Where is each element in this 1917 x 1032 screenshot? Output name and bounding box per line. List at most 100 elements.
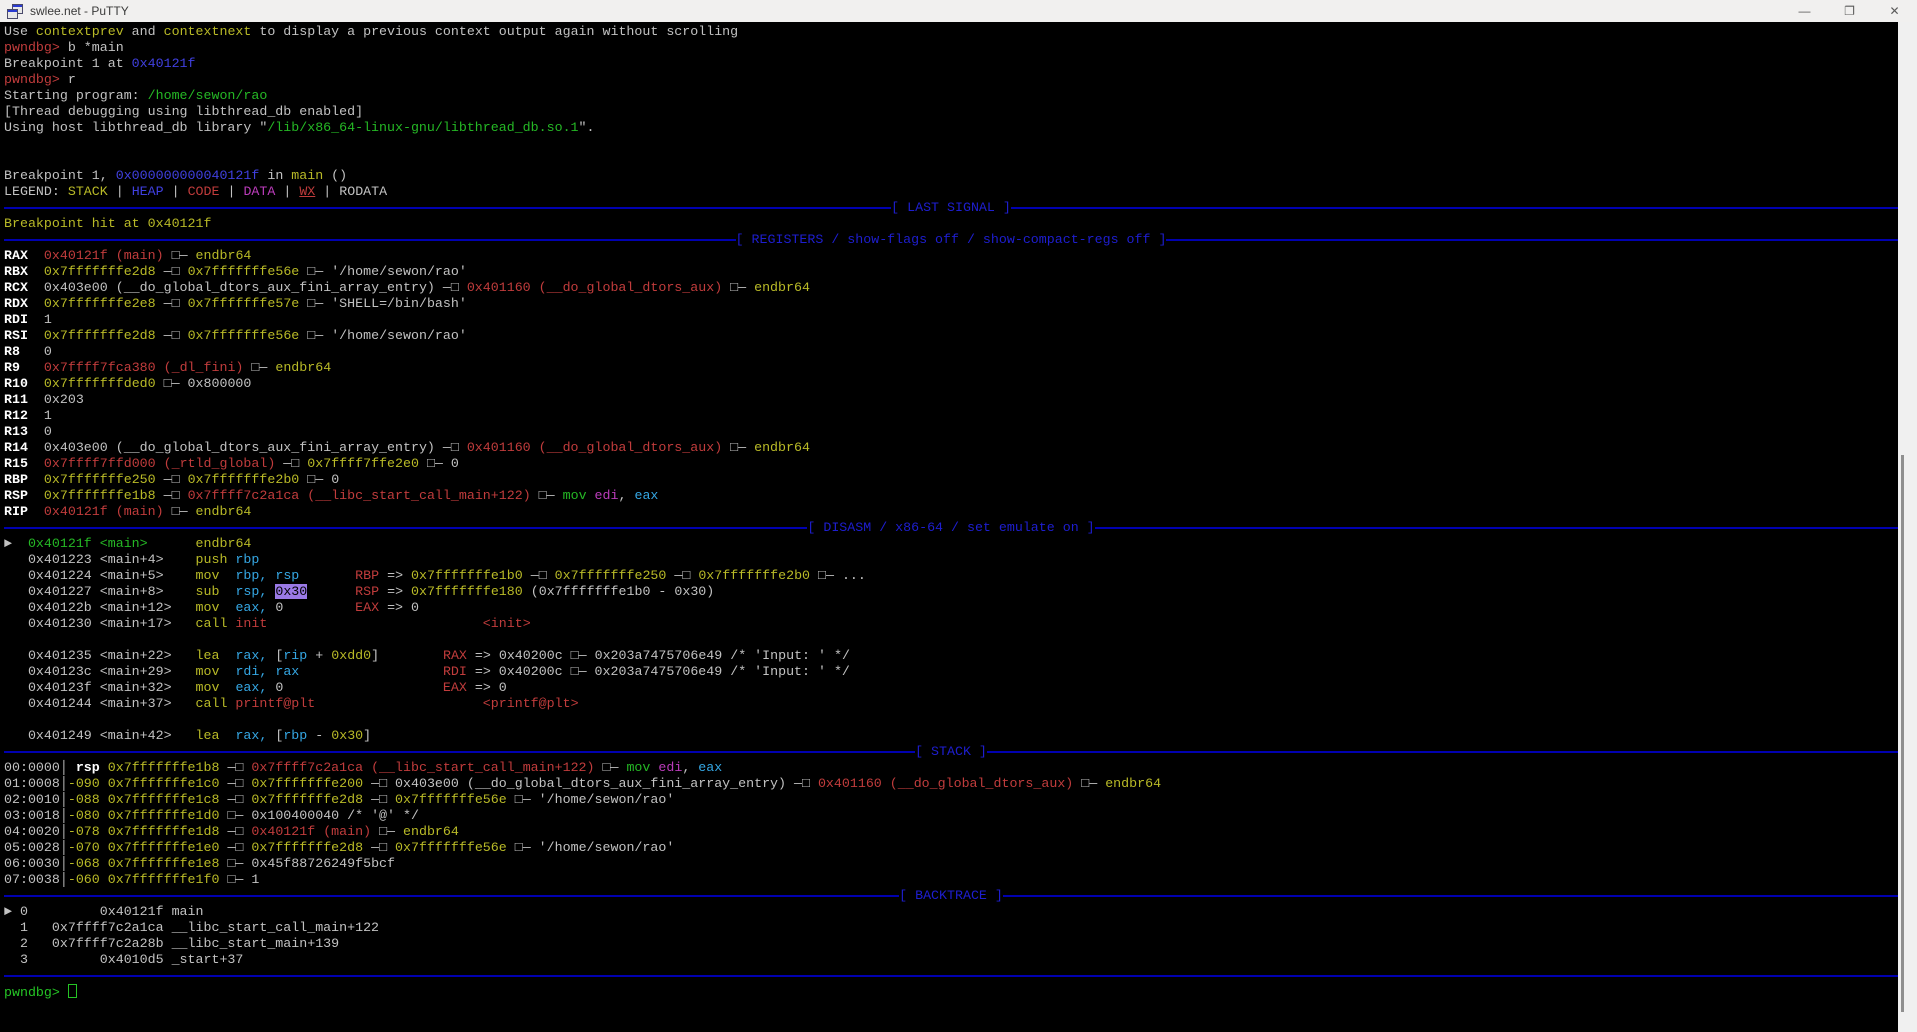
text-run <box>28 488 44 503</box>
text-run <box>267 616 482 631</box>
text-run: 0x7fffffffe1c8 <box>108 792 220 807</box>
text-run: 0 <box>267 680 443 695</box>
text-run: □— '/home/sewon/rao' <box>299 264 467 279</box>
text-run: 0x7fffffffe56e <box>188 328 300 343</box>
text-run: 0x203 <box>28 392 84 407</box>
text-run: sub <box>196 584 220 599</box>
text-run: 0x401224 <main+5> <box>4 568 196 583</box>
text-run: 0xdd0 <box>331 648 371 663</box>
terminal-line: 0x40123c <main+29> mov rdi, rax RDI => 0… <box>4 664 1898 680</box>
text-run: rsp <box>68 760 100 775</box>
text-run: 0x7fffffffe1e8 <box>108 856 220 871</box>
text-run: endbr64 <box>754 280 810 295</box>
section-header: [ REGISTERS / show-flags off / show-comp… <box>736 232 1167 248</box>
text-run: 0 <box>20 344 52 359</box>
text-run: mov <box>196 600 220 615</box>
text-run: —□ <box>666 568 698 583</box>
text-run: + <box>307 648 331 663</box>
text-run: /lib/x86_64-linux-gnu/libthread_db.so.1 <box>267 120 578 135</box>
text-run: 0x7fffffffe56e <box>395 840 507 855</box>
terminal-line <box>4 632 1898 648</box>
text-run: —□ 0x403e00 (__do_global_dtors_aux_fini_… <box>363 776 818 791</box>
text-run: —□ <box>156 488 188 503</box>
terminal-line: 0x401249 <main+42> lea rax, [rbp - 0x30] <box>4 728 1898 744</box>
terminal-screen[interactable]: Use contextprev and contextnext to displ… <box>0 22 1898 1032</box>
text-run: | <box>220 184 244 199</box>
terminal-line: 01:0008│-090 0x7fffffffe1c0 —□ 0x7ffffff… <box>4 776 1898 792</box>
text-run: call <box>196 616 228 631</box>
text-run: | <box>164 184 188 199</box>
terminal-line: R10 0x7fffffffded0 □— 0x800000 <box>4 376 1898 392</box>
terminal-line: RIP 0x40121f (main) □— endbr64 <box>4 504 1898 520</box>
scrollbar-thumb[interactable] <box>1901 455 1904 1012</box>
text-run: contextprev <box>36 24 124 39</box>
minimize-button[interactable]: — <box>1782 0 1827 22</box>
text-run: -090 <box>68 776 100 791</box>
text-run: —□ <box>156 264 188 279</box>
text-run: b *main <box>68 40 124 55</box>
text-run: □— <box>722 280 754 295</box>
scrollbar-track[interactable] <box>1898 22 1917 1032</box>
text-run: 0x40121f (main) <box>44 504 164 519</box>
text-run: rsp, <box>235 584 267 599</box>
separator-line <box>1003 895 1898 897</box>
terminal-line: 0x401230 <main+17> call init <init> <box>4 616 1898 632</box>
text-run: □— 'SHELL=/bin/bash' <box>299 296 467 311</box>
separator-line <box>1011 207 1898 209</box>
text-run: R9 <box>4 360 20 375</box>
text-run: -080 <box>68 808 100 823</box>
text-run: 0x7ffff7fca380 (_dl_fini) <box>44 360 244 375</box>
text-run: □— <box>722 440 754 455</box>
text-run: 0x7fffffffe1b8 <box>44 488 156 503</box>
text-run: -070 <box>68 840 100 855</box>
text-run: LEGEND: <box>4 184 68 199</box>
text-run: —□ <box>219 776 251 791</box>
text-run: 0x7fffffffe2d8 <box>251 840 363 855</box>
terminal-line: R8 0 <box>4 344 1898 360</box>
text-run: □— '/home/sewon/rao' <box>507 840 675 855</box>
terminal-line: RBX 0x7fffffffe2d8 —□ 0x7fffffffe56e □— … <box>4 264 1898 280</box>
text-run: □— 0x100400040 /* '@' */ <box>219 808 419 823</box>
text-run <box>219 648 235 663</box>
text-run: □— ... <box>810 568 866 583</box>
text-run <box>299 664 443 679</box>
terminal-line: RSI 0x7fffffffe2d8 —□ 0x7fffffffe56e □— … <box>4 328 1898 344</box>
text-run: 05:0028│ <box>4 840 68 855</box>
text-run: endbr64 <box>196 504 252 519</box>
text-run: □— 1 <box>219 872 259 887</box>
restore-button[interactable]: ❐ <box>1827 0 1872 22</box>
text-run: mov <box>626 760 650 775</box>
text-run: —□ <box>156 296 188 311</box>
text-run: rax, <box>235 728 267 743</box>
text-run: □— '/home/sewon/rao' <box>299 328 467 343</box>
text-run: main <box>291 168 323 183</box>
text-run <box>100 824 108 839</box>
text-run <box>315 696 483 711</box>
text-run: 0x7fffffffe1b8 <box>108 760 220 775</box>
text-run: => 0x40200c □— 0x203a7475706e49 /* 'Inpu… <box>467 664 850 679</box>
text-run <box>28 456 44 471</box>
text-run: 0x7fffffffe200 <box>251 776 363 791</box>
text-run: 0x7fffffffe2e8 <box>44 296 156 311</box>
text-run: EAX <box>443 680 467 695</box>
text-run: RSP <box>355 584 379 599</box>
text-run: —□ <box>363 792 395 807</box>
text-run: RBP <box>355 568 379 583</box>
text-run: —□ <box>275 456 307 471</box>
text-run: 06:0030│ <box>4 856 68 871</box>
text-run: 1 <box>28 312 52 327</box>
text-run: 0x401160 (__do_global_dtors_aux) <box>467 440 722 455</box>
text-run: pwndbg> <box>4 72 68 87</box>
text-run: - <box>307 728 331 743</box>
close-button[interactable]: ✕ <box>1872 0 1917 22</box>
text-run: call <box>196 696 228 711</box>
text-run: 0x7fffffffe2b0 <box>188 472 300 487</box>
text-run: pwndbg> <box>4 40 68 55</box>
text-run: STACK <box>68 184 108 199</box>
text-run: /home/sewon/rao <box>148 88 268 103</box>
text-run: RDI <box>4 312 28 327</box>
text-run: □— 0 <box>419 456 459 471</box>
text-run: 0x7fffffffe56e <box>395 792 507 807</box>
text-run: RAX <box>443 648 467 663</box>
text-run: 0x401227 <main+8> <box>4 584 196 599</box>
